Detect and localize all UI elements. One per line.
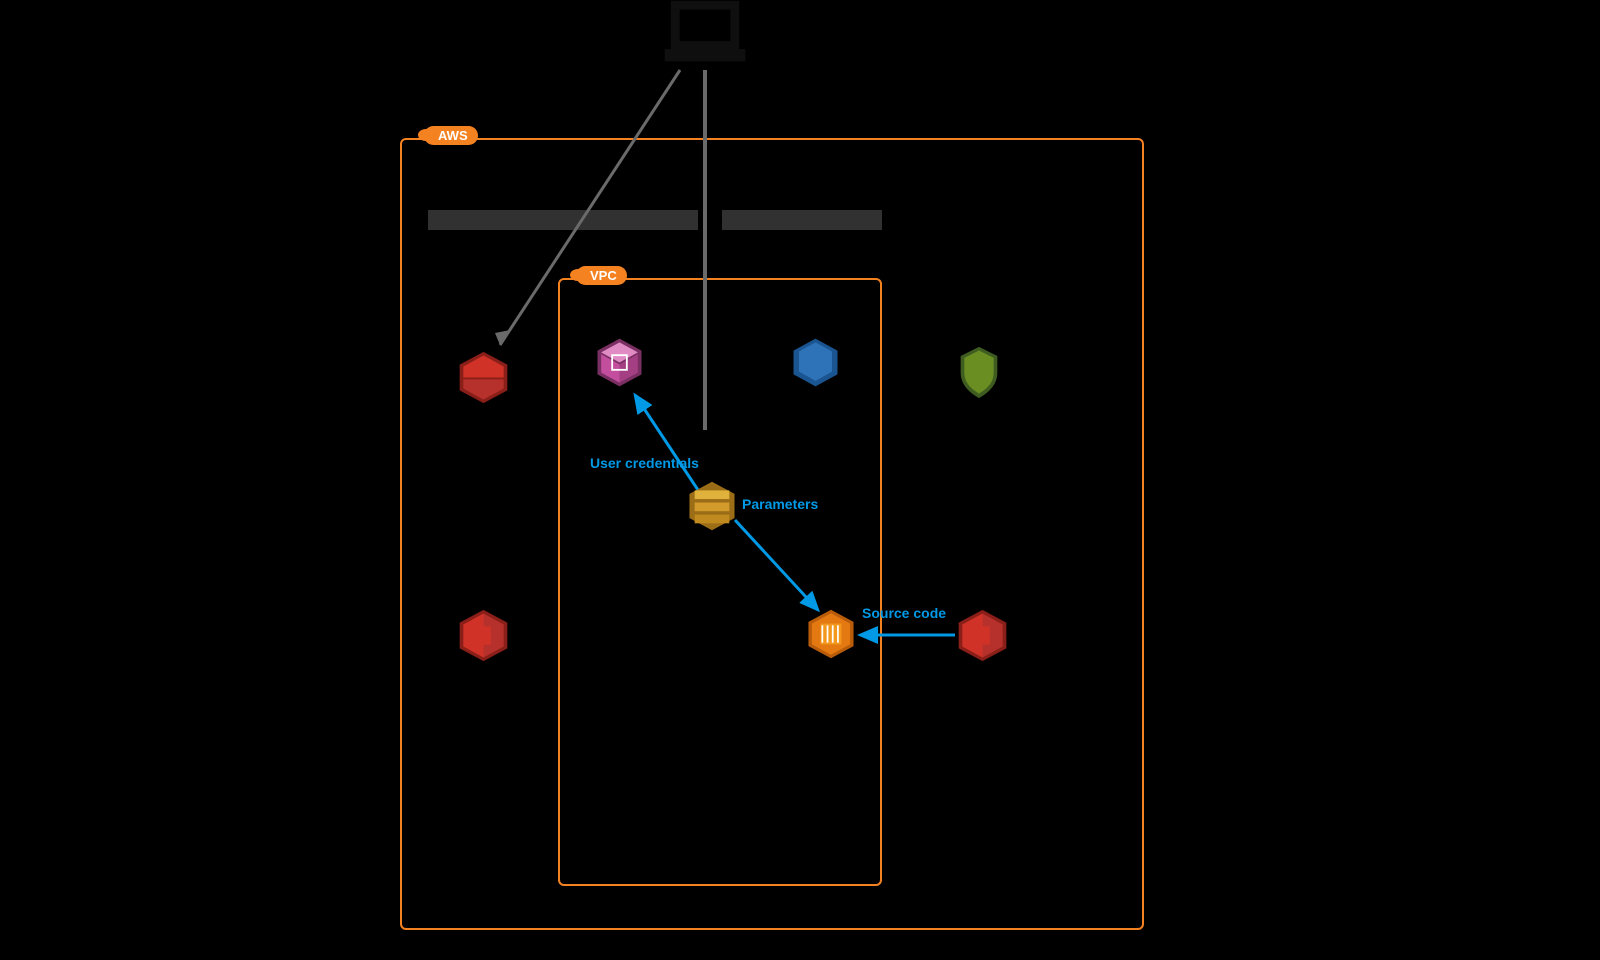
aws-cloud-tag: AWS [424,126,478,145]
codebuild-icon [456,350,511,405]
right-header-bar [722,210,882,230]
sqs-icon [686,480,741,535]
aws-label: AWS [438,128,468,143]
codepipeline-left-icon [456,608,511,663]
glacier-icon [788,335,843,390]
diagram-stage: AWS VPC [0,0,1600,960]
vpc-label: VPC [590,268,617,283]
pinpoint-icon [955,345,1003,400]
source-code-label: Source code [862,605,946,621]
codepipeline-right-icon [955,608,1010,663]
laptop-icon [660,0,750,70]
ec2-icon [805,608,860,663]
vpc-cloud-tag: VPC [576,266,627,285]
ecr-icon [592,335,647,390]
left-header-bar [428,210,698,230]
user-credentials-label: User credentials [590,455,699,471]
parameters-label: Parameters [742,496,818,512]
